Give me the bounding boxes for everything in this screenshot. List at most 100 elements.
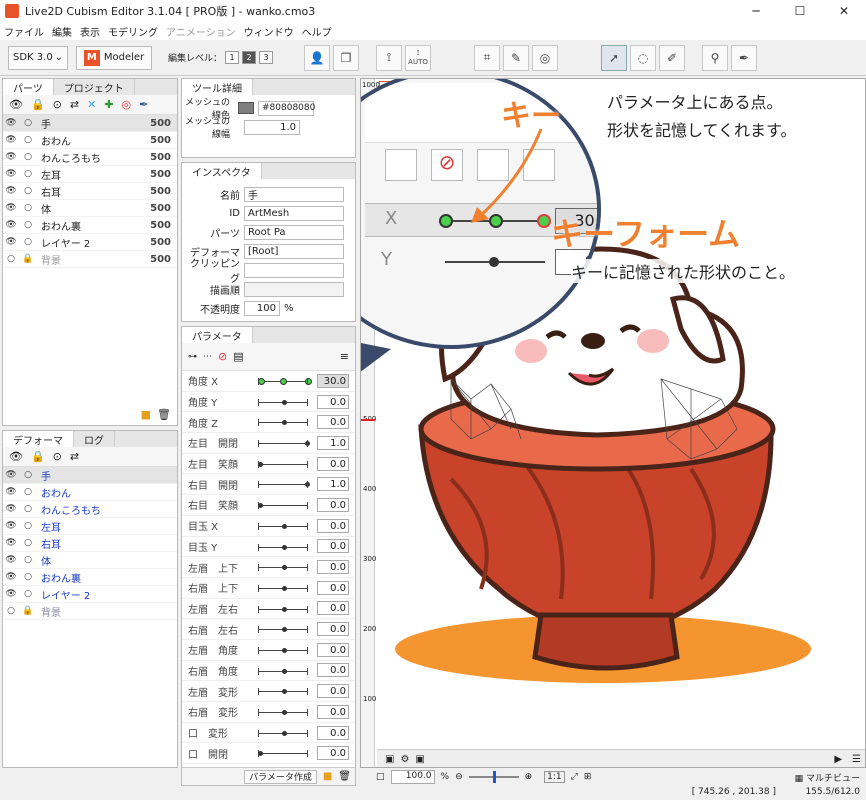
parameter-value[interactable]: 0.0 [317, 560, 349, 575]
edit-level-3-button[interactable]: 3 [259, 51, 274, 64]
target-red-icon[interactable]: ◎ [122, 98, 132, 111]
add-keys-icon[interactable]: ⋯ [203, 352, 212, 362]
tab-log[interactable]: ログ [74, 431, 115, 447]
eye-icon[interactable]: 👁 [3, 572, 19, 582]
parameter-slider-thumb[interactable] [281, 585, 287, 591]
expand-icon[interactable]: ⤢ [571, 772, 578, 782]
pen-icon[interactable]: ✒ [731, 44, 758, 71]
lock-icon[interactable]: 🔒 [31, 98, 45, 111]
opacity-field[interactable]: 100 [244, 300, 280, 316]
eye-icon[interactable]: 👁 [3, 237, 19, 247]
lock-icon[interactable]: 🔒 [19, 606, 37, 616]
eye-icon[interactable]: 👁 [3, 538, 19, 548]
parameter-slider-thumb[interactable] [281, 399, 287, 405]
eye-icon[interactable]: 👁 [3, 203, 19, 213]
zoom-in-icon[interactable]: ⊕ [525, 772, 533, 782]
lock-toggle-icon[interactable]: ○ [19, 504, 37, 514]
camera-icon[interactable]: ▣ [385, 754, 394, 765]
parameter-slider[interactable] [258, 543, 308, 551]
parameter-row[interactable]: 右眉 上下 0.0 [182, 578, 355, 599]
parameter-value[interactable]: 0.0 [317, 684, 349, 699]
eye-icon[interactable]: 👁 [3, 118, 19, 128]
hidden-toggle-icon[interactable]: ○ [3, 254, 19, 264]
parameter-slider[interactable] [258, 522, 308, 530]
mesh-width-field[interactable]: 1.0 [244, 119, 300, 135]
parameter-slider[interactable] [258, 564, 308, 572]
parameter-slider[interactable] [258, 605, 308, 613]
parameter-value[interactable]: 30.0 [317, 373, 349, 388]
parameter-slider-thumb[interactable] [281, 420, 287, 426]
parameter-value[interactable]: 0.0 [317, 497, 349, 512]
parameter-row[interactable]: 右眉 角度 0.0 [182, 661, 355, 682]
parameter-slider[interactable] [258, 709, 308, 716]
parameter-slider-thumb[interactable] [281, 647, 287, 653]
parameter-row[interactable]: 左目 笑顔 0.0 [182, 454, 355, 475]
deformer-row[interactable]: 👁 ○ レイヤー 2 [3, 586, 177, 603]
tab-parameter[interactable]: パラメータ [182, 327, 253, 343]
lock-toggle-icon[interactable]: ○ [19, 538, 37, 548]
eye-icon[interactable]: 👁 [3, 555, 19, 565]
part-row[interactable]: ○ 🔒 背景 500 [3, 251, 177, 268]
parameter-row[interactable]: 左目 開閉 1.0 [182, 433, 355, 454]
eye-icon[interactable]: 👁 [3, 135, 19, 145]
deformer-row[interactable]: 👁 ○ 右耳 [3, 535, 177, 552]
parameter-row[interactable]: 角度 Y 0.0 [182, 392, 355, 413]
parameter-slider[interactable] [258, 646, 308, 654]
lock-toggle-icon[interactable]: ○ [19, 220, 37, 230]
menu-view[interactable]: 表示 [76, 24, 104, 39]
parameter-row[interactable]: 右眉 変形 0.0 [182, 702, 355, 723]
deformer-field[interactable]: [Root] [244, 243, 344, 259]
parameter-slider[interactable] [258, 688, 308, 696]
person-icon[interactable]: 👤 [304, 44, 331, 71]
parameter-row[interactable]: 右目 笑顔 0.0 [182, 495, 355, 516]
parameter-value[interactable]: 0.0 [317, 704, 349, 719]
zoom-out-icon[interactable]: ⊖ [455, 772, 463, 782]
lock-toggle-icon[interactable]: ○ [19, 589, 37, 599]
edit-level-1-button[interactable]: 1 [225, 51, 240, 64]
grid-icon[interactable]: ⊞ [584, 772, 592, 782]
parameter-value[interactable]: 0.0 [317, 663, 349, 678]
pin-icon[interactable]: ⚲ [702, 44, 729, 71]
parameter-value[interactable]: 0.0 [317, 725, 349, 740]
parameter-slider-thumb[interactable] [258, 503, 263, 509]
mesh-edit-icon[interactable]: ⟟ [376, 44, 403, 71]
parameter-value[interactable]: 0.0 [317, 601, 349, 616]
arrow-select-icon[interactable]: ➚ [601, 44, 628, 71]
part-row[interactable]: 👁 ○ 体 500 [3, 200, 177, 217]
parameter-slider-thumb[interactable] [281, 544, 287, 550]
parameter-slider[interactable] [258, 502, 308, 510]
parameter-value[interactable]: 0.0 [317, 580, 349, 595]
lock-toggle-icon[interactable]: ○ [19, 203, 37, 213]
camera-settings-icon[interactable]: ⚙ [400, 754, 409, 765]
zoom-slider-thumb[interactable] [492, 771, 496, 783]
parameter-slider[interactable] [258, 440, 310, 448]
parameter-value[interactable]: 0.0 [317, 394, 349, 409]
parameter-slider-thumb[interactable] [281, 627, 287, 633]
brush-icon[interactable]: ✐ [659, 44, 686, 71]
eye-icon[interactable]: 👁 [3, 152, 19, 162]
lock-toggle-icon[interactable]: ○ [19, 572, 37, 582]
menu-file[interactable]: ファイル [0, 24, 48, 39]
parameter-slider[interactable] [258, 378, 312, 385]
eye-icon[interactable]: 👁 [3, 186, 19, 196]
tab-tool-detail[interactable]: ツール詳細 [182, 79, 253, 95]
pen-blue-icon[interactable]: ✒ [139, 98, 148, 111]
canvas-view[interactable]: 1000 600 500 400 300 200 100 wanko [360, 78, 866, 768]
deformer-row[interactable]: 👁 ○ 左耳 [3, 518, 177, 535]
parts-field[interactable]: Root Pa [244, 224, 344, 240]
multiview-button[interactable]: ▦ マルチビュー [795, 771, 860, 784]
delete-key-icon[interactable]: ⊘ [218, 350, 227, 363]
parameter-value[interactable]: 0.0 [317, 539, 349, 554]
draw-order-field[interactable] [244, 281, 344, 297]
parameter-slider[interactable] [258, 481, 310, 489]
parameter-slider-thumb[interactable] [281, 689, 287, 695]
lock-toggle-icon[interactable]: ○ [19, 521, 37, 531]
parameter-value[interactable]: 0.0 [317, 642, 349, 657]
menu-icon[interactable]: ≡ [340, 350, 349, 363]
eye-icon[interactable]: 👁 [3, 470, 19, 480]
parameter-row[interactable]: 左眉 変形 0.0 [182, 681, 355, 702]
parameter-slider-thumb[interactable] [305, 441, 310, 447]
key-point[interactable] [280, 378, 287, 385]
lock-toggle-icon[interactable]: ○ [19, 237, 37, 247]
parameter-row[interactable]: 口 開閉 0.0 [182, 743, 355, 765]
